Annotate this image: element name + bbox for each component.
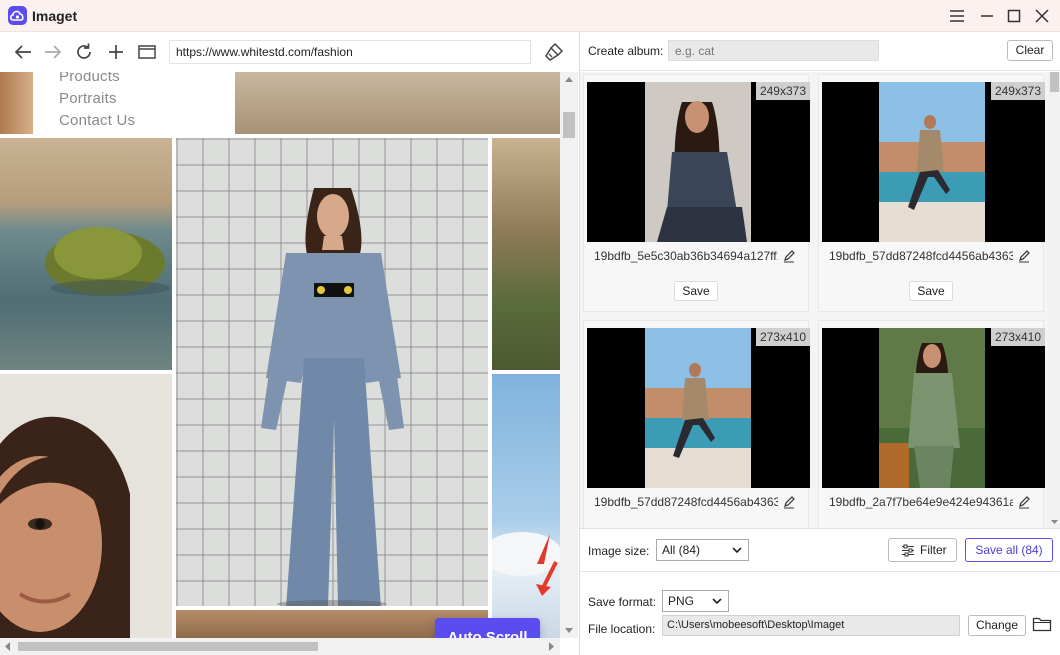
album-row: Create album: Clear: [580, 32, 1060, 71]
image-dimensions: 273x410: [755, 328, 810, 346]
image-filename: 19bdfb_5e5c30ab36b34694a127ff1: [594, 249, 778, 263]
title-bar: Imaget: [0, 0, 1060, 32]
album-name-input[interactable]: [668, 40, 879, 61]
panel-vertical-scrollbar[interactable]: [1048, 72, 1060, 528]
image-filename: 19bdfb_57dd87248fcd4456ab4363a: [829, 249, 1013, 263]
app-logo-icon: [8, 6, 27, 25]
options-panel: Image size: All (84) Filter Save all (84…: [580, 528, 1060, 655]
save-button[interactable]: Save: [909, 281, 953, 301]
image-grid: 249x373 19bdfb_5e5c30ab36b34694a127ff1 S…: [580, 72, 1048, 528]
app-title: Imaget: [32, 8, 78, 24]
browser-vertical-scrollbar[interactable]: [560, 72, 578, 638]
refresh-icon[interactable]: [73, 41, 95, 63]
photo-portrait-face[interactable]: [0, 374, 172, 638]
browser-navbar: [0, 32, 578, 72]
image-thumbnail[interactable]: 249x373: [822, 82, 1045, 242]
chevron-down-icon: [732, 547, 742, 554]
edit-pencil-icon[interactable]: [1017, 495, 1031, 509]
create-album-label: Create album:: [588, 44, 664, 58]
image-dimensions: 249x373: [990, 82, 1045, 100]
image-thumbnail[interactable]: 273x410: [822, 328, 1045, 488]
image-filename: 19bdfb_57dd87248fcd4456ab4363a: [594, 495, 778, 509]
filter-button[interactable]: Filter: [888, 538, 957, 562]
forward-arrow-icon[interactable]: [42, 41, 64, 63]
save-format-value: PNG: [668, 594, 695, 608]
image-card[interactable]: 273x410 19bdfb_57dd87248fcd4456ab4363a: [583, 320, 810, 528]
image-thumbnail[interactable]: 249x373: [587, 82, 810, 242]
image-dimensions: 249x373: [755, 82, 810, 100]
edit-pencil-icon[interactable]: [782, 249, 796, 263]
minimize-button[interactable]: [977, 6, 997, 26]
folder-icon[interactable]: [1032, 615, 1052, 633]
red-arrow-icon: [536, 561, 558, 596]
browser-horizontal-scrollbar[interactable]: [0, 638, 560, 655]
photo-right-top[interactable]: [492, 138, 560, 370]
site-dropdown-menu: Products Portraits Contact Us: [33, 72, 235, 142]
back-arrow-icon[interactable]: [12, 41, 34, 63]
hamburger-menu-icon[interactable]: [947, 6, 967, 26]
clear-button[interactable]: Clear: [1007, 40, 1053, 61]
filter-label: Filter: [920, 543, 947, 557]
save-format-select[interactable]: PNG: [662, 590, 729, 612]
url-input[interactable]: [169, 40, 531, 64]
auto-scroll-button[interactable]: Auto Scroll: [435, 618, 540, 638]
menu-item-contact-us[interactable]: Contact Us: [59, 112, 135, 129]
edit-pencil-icon[interactable]: [782, 495, 796, 509]
image-card[interactable]: 249x373 19bdfb_57dd87248fcd4456ab4363a S…: [818, 74, 1045, 312]
browser-pane: Products Portraits Contact Us: [0, 32, 578, 655]
window-icon[interactable]: [136, 41, 158, 63]
save-all-button[interactable]: Save all (84): [965, 538, 1053, 562]
save-format-label: Save format:: [588, 595, 657, 609]
imaget-app: Imaget https://www.whitestd.com/fashion …: [0, 0, 1060, 655]
web-viewport[interactable]: Products Portraits Contact Us Auto Scrol…: [0, 72, 560, 638]
clean-brush-icon[interactable]: [543, 41, 565, 63]
chevron-down-icon: [712, 598, 722, 605]
image-size-value: All (84): [662, 543, 701, 557]
change-button[interactable]: Change: [968, 615, 1026, 636]
new-tab-plus-icon[interactable]: [105, 41, 127, 63]
photo-model-denim[interactable]: [176, 138, 488, 606]
image-size-label: Image size:: [588, 544, 650, 558]
file-location-field[interactable]: C:\Users\mobeesoft\Desktop\Imaget: [662, 615, 960, 636]
image-card[interactable]: 273x410 19bdfb_2a7f7be64e9e424e94361a0: [818, 320, 1045, 528]
image-filename: 19bdfb_2a7f7be64e9e424e94361a0: [829, 495, 1013, 509]
download-panel: Create album: Clear 249x373 19bdfb_5e5c: [579, 32, 1060, 655]
image-thumbnail[interactable]: 273x410: [587, 328, 810, 488]
filter-sliders-icon: [902, 544, 914, 557]
image-dimensions: 273x410: [990, 328, 1045, 346]
menu-item-portraits[interactable]: Portraits: [59, 90, 117, 107]
image-size-select[interactable]: All (84): [656, 539, 749, 561]
save-button[interactable]: Save: [674, 281, 718, 301]
menu-item-products[interactable]: Products: [59, 72, 120, 85]
close-button[interactable]: [1032, 6, 1052, 26]
photo-strip-top: [235, 72, 560, 134]
photo-sea-bush[interactable]: [0, 138, 172, 370]
divider: [580, 571, 1060, 572]
file-location-label: File location:: [588, 622, 656, 636]
maximize-button[interactable]: [1004, 6, 1024, 26]
edit-pencil-icon[interactable]: [1017, 249, 1031, 263]
image-card[interactable]: 249x373 19bdfb_5e5c30ab36b34694a127ff1 S…: [583, 74, 810, 312]
photo-strip-left: [0, 72, 33, 134]
